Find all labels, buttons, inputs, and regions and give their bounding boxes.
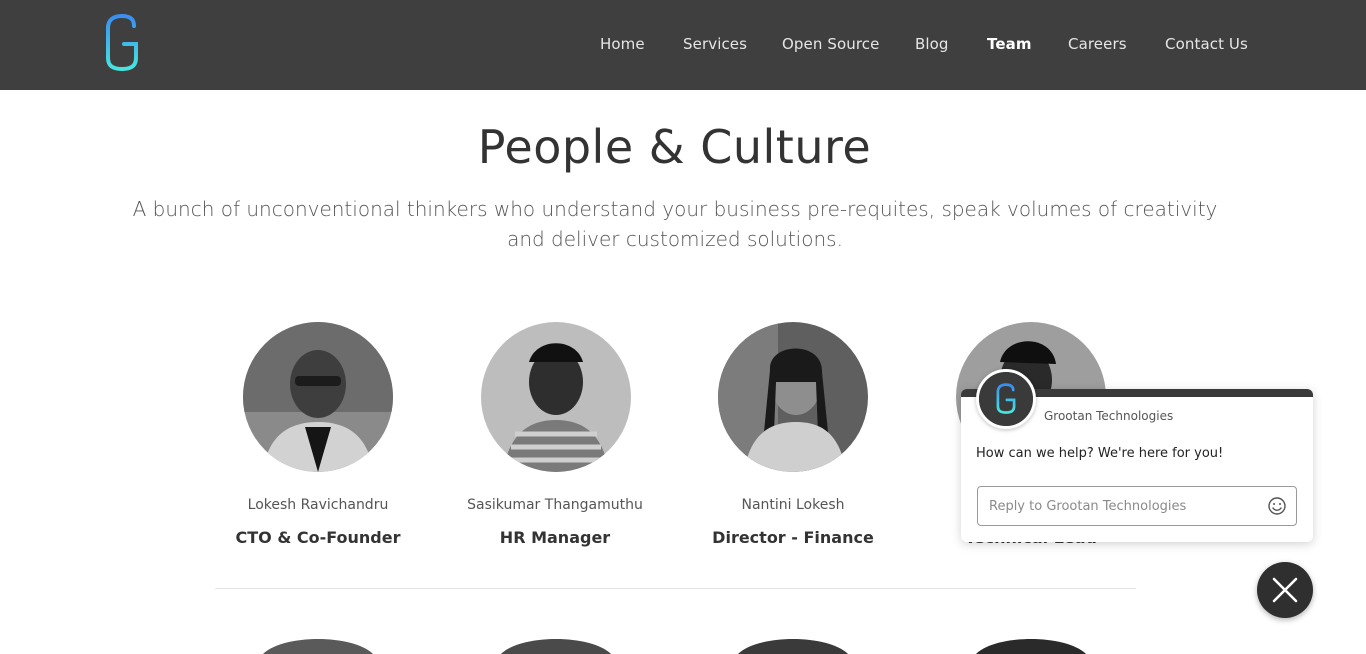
close-chat-button[interactable] [1257,562,1313,618]
team-member-photo [718,322,868,472]
smiley-icon[interactable] [1267,496,1287,516]
chat-greeting: How can we help? We're here for you! [976,446,1224,461]
member-name: Lokesh Ravichandru [247,497,389,513]
subtitle-line-2: and deliver customized solutions. [507,227,843,251]
nav-team[interactable]: Team [987,35,1032,53]
member-role: CTO & Co-Founder [235,528,401,547]
subtitle-line-1: A bunch of unconventional thinkers who u… [132,197,1218,221]
main-nav: Home Services Open Source Blog Team Care… [0,0,1366,90]
site-header: Home Services Open Source Blog Team Care… [0,0,1366,90]
chat-logo-icon [976,369,1036,429]
nav-services[interactable]: Services [683,35,747,53]
chat-company-name: Grootan Technologies [1044,409,1174,423]
chat-reply-input[interactable] [977,486,1297,526]
nav-blog[interactable]: Blog [915,35,949,53]
member-role: Director - Finance [712,528,874,547]
nav-home[interactable]: Home [600,35,645,53]
page-subtitle: A bunch of unconventional thinkers who u… [120,194,1230,254]
team-member-photo [243,322,393,472]
nav-open-source[interactable]: Open Source [782,35,879,53]
nav-careers[interactable]: Careers [1068,35,1127,53]
close-icon [1272,577,1298,603]
team-member-photo [976,639,1086,654]
nav-contact-us[interactable]: Contact Us [1165,35,1248,53]
team-member-photo [263,639,373,654]
team-member-photo [481,322,631,472]
team-member-photo [501,639,611,654]
member-role: HR Manager [499,528,611,547]
team-member-photo [738,639,848,654]
member-name: Nantini Lokesh [741,497,845,513]
page-title: People & Culture [477,120,872,174]
section-divider [215,588,1136,589]
member-name: Sasikumar Thangamuthu [467,497,643,513]
